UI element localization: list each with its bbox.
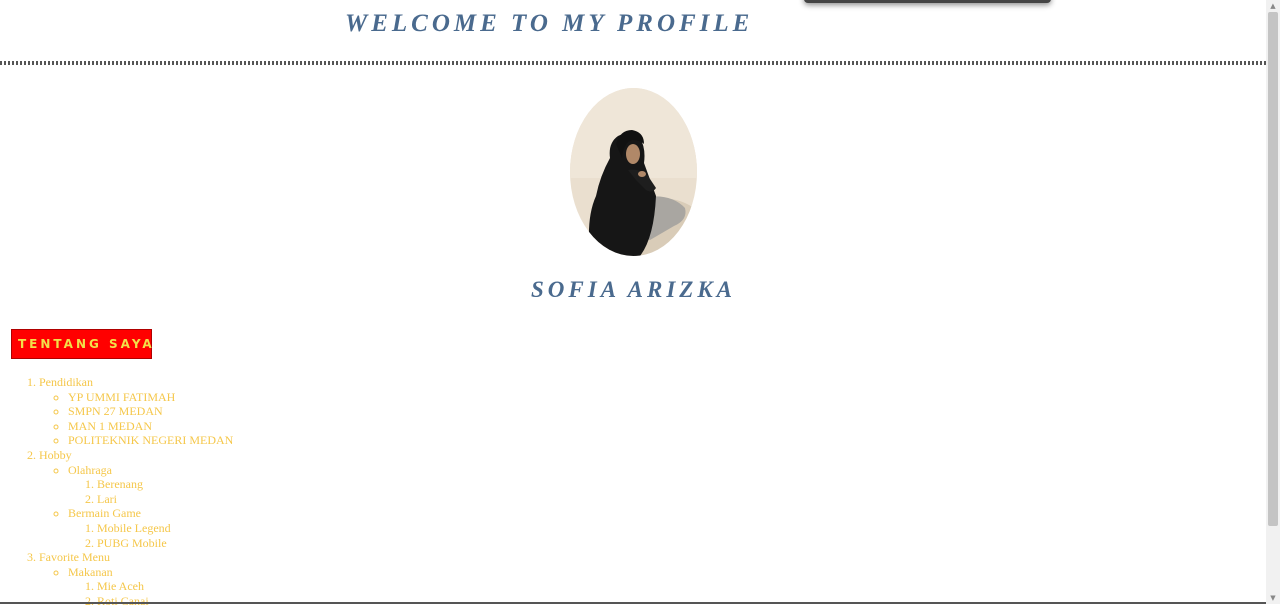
list-item: YP UMMI FATIMAH bbox=[68, 390, 233, 405]
scroll-up-arrow-icon[interactable]: ▲ bbox=[1266, 0, 1280, 12]
title-divider bbox=[0, 61, 1266, 65]
list-item: Hobby Olahraga Berenang Lari Bermain Gam… bbox=[39, 448, 233, 550]
list-item: PUBG Mobile bbox=[97, 536, 233, 551]
list-item: SMPN 27 MEDAN bbox=[68, 404, 233, 419]
list-item: MAN 1 MEDAN bbox=[68, 419, 233, 434]
list-item: Mobile Legend bbox=[97, 521, 233, 536]
menu-label: Favorite Menu bbox=[39, 550, 110, 565]
vertical-scrollbar[interactable]: ▲ ▼ bbox=[1266, 0, 1280, 604]
about-section-label: TENTANG SAYA bbox=[18, 337, 155, 351]
profile-photo bbox=[570, 88, 697, 256]
game-list: Mobile Legend PUBG Mobile bbox=[68, 521, 233, 550]
list-item: Pendidikan YP UMMI FATIMAH SMPN 27 MEDAN… bbox=[39, 375, 233, 448]
list-item: Lari bbox=[97, 492, 233, 507]
sport-label: Olahraga bbox=[68, 462, 112, 477]
education-list: YP UMMI FATIMAH SMPN 27 MEDAN MAN 1 MEDA… bbox=[39, 390, 233, 448]
game-label: Bermain Game bbox=[68, 506, 141, 521]
list-item: POLITEKNIK NEGERI MEDAN bbox=[68, 433, 233, 448]
list-item: Bermain Game Mobile Legend PUBG Mobile bbox=[68, 506, 233, 550]
scrollbar-thumb[interactable] bbox=[1268, 12, 1278, 526]
scroll-down-arrow-icon[interactable]: ▼ bbox=[1266, 592, 1280, 604]
profile-photo-image bbox=[570, 88, 697, 256]
page-title: WELCOME TO MY PROFILE bbox=[345, 10, 754, 37]
education-label: Pendidikan bbox=[39, 375, 93, 389]
list-item: Olahraga Berenang Lari bbox=[68, 463, 233, 507]
food-list: Mie Aceh Roti Canai bbox=[68, 579, 233, 608]
profile-name: SOFIA ARIZKA bbox=[531, 277, 737, 302]
food-label: Makanan bbox=[68, 564, 113, 579]
hobby-list: Olahraga Berenang Lari Bermain Game Mobi… bbox=[39, 463, 233, 551]
about-section-badge: TENTANG SAYA bbox=[11, 329, 152, 359]
hobby-label: Hobby bbox=[39, 447, 72, 462]
list-item: Favorite Menu Makanan Mie Aceh Roti Cana… bbox=[39, 550, 233, 608]
list-item: Mie Aceh bbox=[97, 579, 233, 594]
popup-shadow bbox=[804, 0, 1051, 3]
sport-list: Berenang Lari bbox=[68, 477, 233, 506]
profile-outline: Pendidikan YP UMMI FATIMAH SMPN 27 MEDAN… bbox=[0, 375, 233, 609]
list-item: Berenang bbox=[97, 477, 233, 492]
